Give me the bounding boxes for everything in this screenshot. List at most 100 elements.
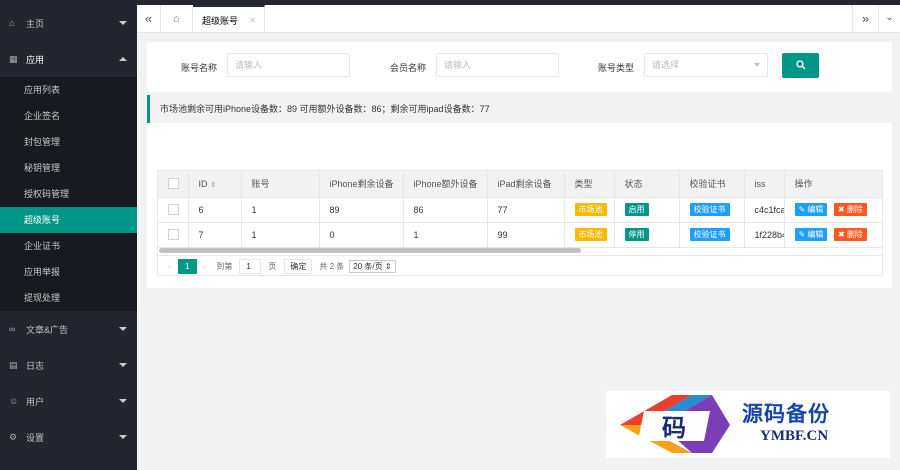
cell-id: 6 bbox=[188, 197, 242, 223]
column-header-id[interactable]: ID ⇕ bbox=[188, 171, 242, 198]
cell-account: 1 bbox=[241, 197, 320, 223]
cell-ipad-left: 77 bbox=[487, 197, 565, 223]
sidebar-item-log[interactable]: ▤ 日志 bbox=[0, 347, 137, 383]
sidebar-subitem-package[interactable]: 封包管理 bbox=[0, 129, 137, 155]
next-page-icon[interactable]: › bbox=[204, 262, 207, 271]
chevron-down-icon[interactable]: ⌄ bbox=[878, 5, 900, 33]
sidebar-item-label: 设置 bbox=[26, 432, 45, 443]
sidebar-item-settings[interactable]: ⚙ 设置 bbox=[0, 419, 137, 455]
sidebar-item-label: 应用 bbox=[26, 54, 45, 65]
cell-iphone-extra: 1 bbox=[403, 222, 488, 248]
select-all-checkbox[interactable] bbox=[158, 171, 189, 198]
sidebar-item-app[interactable]: ▦ 应用 bbox=[0, 41, 137, 77]
home-icon: ⌂ bbox=[9, 18, 15, 28]
sidebar-subitem-app-report[interactable]: 应用举报 bbox=[0, 259, 137, 285]
table-card: ID ⇕ 账号 iPhone剩余设备 iPhone额外设备 iPad剩余设备 类型… bbox=[147, 123, 892, 288]
link-icon: ∞ bbox=[9, 324, 16, 334]
column-header: 校验证书 bbox=[679, 171, 745, 198]
sidebar-item-article[interactable]: ∞ 文章&广告 bbox=[0, 311, 137, 347]
row-checkbox[interactable] bbox=[158, 197, 189, 223]
sidebar-subitem-enterprise-cert[interactable]: 企业证书 bbox=[0, 233, 137, 259]
confirm-button[interactable]: 确定 bbox=[284, 259, 313, 274]
scroll-right-icon[interactable]: » bbox=[852, 5, 878, 33]
device-notice: 市场池剩余可用iPhone设备数：89 可用额外设备数：86；剩余可用ipad设… bbox=[147, 95, 892, 123]
sidebar-item-user[interactable]: ☺ 用户 bbox=[0, 383, 137, 419]
home-tab-icon[interactable]: ⌂ bbox=[161, 5, 193, 33]
tab-super-account[interactable]: 超级账号 ✕ bbox=[193, 5, 265, 33]
page-size-select[interactable]: 20 条/页 ⇕ bbox=[349, 260, 396, 273]
total-count: 共 2 条 bbox=[319, 262, 345, 271]
pagination: ‹ 1 › 到第 1 页 确定 共 2 条 20 条/页 ⇕ bbox=[158, 255, 882, 275]
chevron-down-icon bbox=[119, 21, 127, 25]
horizontal-scrollbar[interactable] bbox=[159, 248, 581, 253]
edit-button[interactable]: ✎ 编辑 bbox=[794, 228, 828, 241]
cell-type: 市场池 bbox=[564, 222, 615, 248]
goto-label: 到第 bbox=[216, 262, 233, 271]
account-type-label: 账号类型 bbox=[598, 63, 635, 73]
data-table: ID ⇕ 账号 iPhone剩余设备 iPhone额外设备 iPad剩余设备 类型… bbox=[157, 170, 883, 276]
column-header: iss bbox=[744, 171, 785, 198]
page-jump-input[interactable]: 1 bbox=[239, 259, 262, 274]
member-name-input[interactable]: 请输入 bbox=[436, 53, 559, 77]
chevron-down-icon bbox=[754, 63, 760, 67]
cell-iphone-left: 89 bbox=[319, 197, 404, 223]
cell-cert: 校验证书 bbox=[679, 197, 745, 223]
sidebar-subitem-withdraw[interactable]: 提现处理 bbox=[0, 285, 137, 311]
watermark: 码 源码备份 YMBF.CN bbox=[606, 391, 890, 458]
sort-icon[interactable]: ⇕ bbox=[211, 182, 217, 189]
column-header: iPad剩余设备 bbox=[487, 171, 565, 198]
pencil-icon: ✎ bbox=[798, 205, 806, 214]
table-row: 7 1 0 1 99 市场池 停用 校验证书 1f228b4 ✎ 编辑 ✖ 删除 bbox=[158, 222, 882, 248]
account-type-select[interactable]: 请选择 bbox=[644, 53, 768, 77]
sidebar-subitem-super-account[interactable]: 超级账号 bbox=[0, 207, 137, 233]
close-icon[interactable]: ✕ bbox=[249, 7, 256, 35]
cell-actions: ✎ 编辑 ✖ 删除 bbox=[784, 222, 882, 248]
select-placeholder: 请选择 bbox=[652, 60, 680, 70]
account-name-input[interactable]: 请输入 bbox=[227, 53, 350, 77]
sidebar-subitem-auth-code[interactable]: 授权码管理 bbox=[0, 181, 137, 207]
cell-actions: ✎ 编辑 ✖ 删除 bbox=[784, 197, 882, 223]
chevron-down-icon bbox=[119, 327, 127, 331]
chevron-up-icon bbox=[119, 57, 127, 61]
sidebar-subitem-app-list[interactable]: 应用列表 bbox=[0, 77, 137, 103]
status-button[interactable]: 停用 bbox=[624, 228, 649, 241]
sidebar-item-label: 用户 bbox=[26, 396, 45, 407]
sidebar-item-label: 主页 bbox=[26, 18, 45, 29]
cell-account: 1 bbox=[241, 222, 320, 248]
row-checkbox[interactable] bbox=[158, 222, 189, 248]
pencil-icon: ✎ bbox=[798, 230, 806, 239]
app-icon: ▦ bbox=[9, 53, 18, 64]
watermark-url: YMBF.CN bbox=[760, 428, 829, 444]
cell-iphone-extra: 86 bbox=[403, 197, 488, 223]
status-button[interactable]: 启用 bbox=[624, 203, 649, 216]
verify-cert-button[interactable]: 校验证书 bbox=[689, 228, 730, 241]
cell-status: 启用 bbox=[614, 197, 680, 223]
sidebar: ⌂ 主页 ▦ 应用 应用列表 企业签名 封包管理 秘钥管理 授权码管理 超级账号… bbox=[0, 5, 137, 470]
sidebar-subitem-secret-key[interactable]: 秘钥管理 bbox=[0, 155, 137, 181]
page-unit-label: 页 bbox=[268, 262, 277, 271]
cell-ipad-left: 99 bbox=[487, 222, 565, 248]
column-header: 账号 bbox=[241, 171, 320, 198]
prev-page-icon[interactable]: ‹ bbox=[168, 262, 171, 271]
edit-button[interactable]: ✎ 编辑 bbox=[794, 203, 828, 216]
delete-button[interactable]: ✖ 删除 bbox=[833, 228, 867, 241]
sidebar-item-home[interactable]: ⌂ 主页 bbox=[0, 5, 137, 41]
sidebar-item-label: 日志 bbox=[26, 360, 45, 371]
search-form: 账号名称 请输入 会员名称 请输入 账号类型 请选择 bbox=[147, 42, 892, 92]
verify-cert-button[interactable]: 校验证书 bbox=[689, 203, 730, 216]
sidebar-subitem-enterprise-sign[interactable]: 企业签名 bbox=[0, 103, 137, 129]
watermark-logo: 码 bbox=[620, 395, 730, 453]
page-current[interactable]: 1 bbox=[177, 259, 197, 274]
watermark-title: 源码备份 bbox=[742, 402, 830, 426]
cell-cert: 校验证书 bbox=[679, 222, 745, 248]
type-badge: 市场池 bbox=[574, 203, 607, 216]
tab-label: 超级账号 bbox=[202, 16, 239, 26]
sidebar-submenu-app: 应用列表 企业签名 封包管理 秘钥管理 授权码管理 超级账号 企业证书 应用举报… bbox=[0, 77, 137, 311]
delete-button[interactable]: ✖ 删除 bbox=[833, 203, 867, 216]
trash-icon: ✖ bbox=[837, 205, 845, 214]
svg-text:码: 码 bbox=[662, 415, 686, 442]
scroll-left-icon[interactable]: « bbox=[137, 5, 161, 33]
chevron-down-icon bbox=[119, 399, 127, 403]
search-button[interactable] bbox=[782, 53, 819, 78]
tab-bar: « ⌂ 超级账号 ✕ » ⌄ bbox=[137, 5, 900, 33]
